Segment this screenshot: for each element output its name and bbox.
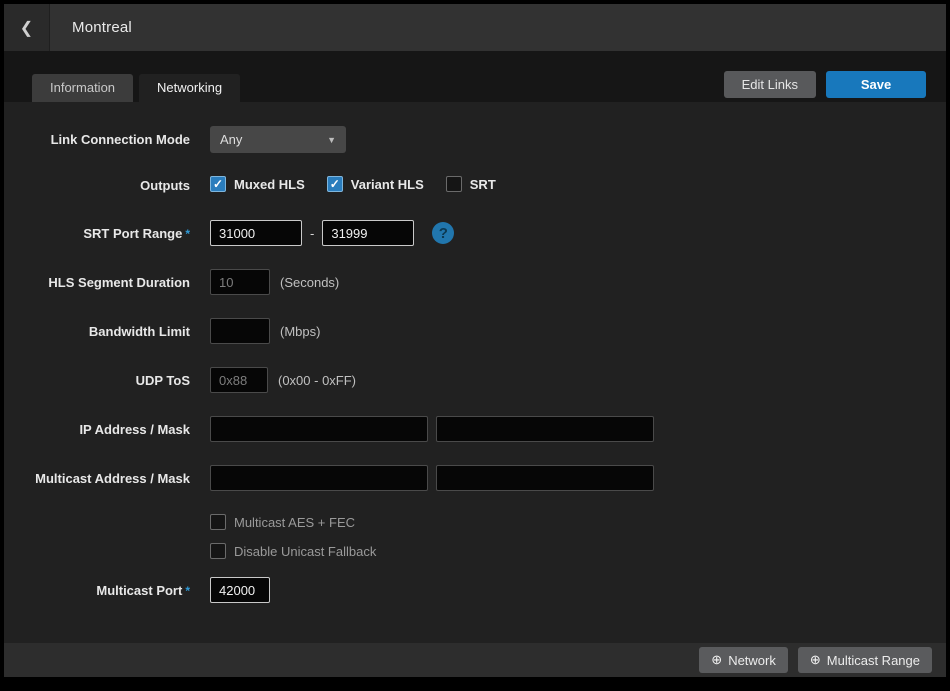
row-udp-tos: UDP ToS (0x00 - 0xFF)	[4, 367, 946, 393]
udp-tos-hint: (0x00 - 0xFF)	[278, 373, 356, 388]
multicast-mask-input[interactable]	[436, 465, 654, 491]
checkbox-variant-hls[interactable]: Variant HLS	[327, 176, 424, 192]
multicast-aes-fec-label: Multicast AES + FEC	[234, 515, 355, 530]
range-separator: -	[310, 226, 314, 241]
bandwidth-limit-input[interactable]	[210, 318, 270, 344]
srt-port-range-label: SRT Port Range*	[4, 220, 190, 242]
multicast-address-input[interactable]	[210, 465, 428, 491]
hls-segment-duration-unit: (Seconds)	[280, 275, 339, 290]
add-network-button[interactable]: ⊕ Network	[699, 647, 788, 673]
row-srt-port-range: SRT Port Range* - ?	[4, 220, 946, 246]
muxed-hls-checkbox[interactable]	[210, 176, 226, 192]
app-window: ❮ Montreal Information Networking Edit L…	[4, 4, 946, 677]
page-title: Montreal	[72, 19, 132, 36]
checkbox-multicast-aes-fec[interactable]: Multicast AES + FEC	[210, 514, 924, 530]
outputs-label: Outputs	[4, 176, 190, 193]
variant-hls-checkbox[interactable]	[327, 176, 343, 192]
multicast-port-label: Multicast Port*	[4, 577, 190, 599]
muxed-hls-label: Muxed HLS	[234, 177, 305, 192]
plus-circle-icon: ⊕	[810, 652, 821, 668]
edit-links-button[interactable]: Edit Links	[724, 71, 816, 98]
multicast-address-mask-label: Multicast Address / Mask	[4, 465, 190, 486]
srt-checkbox[interactable]	[446, 176, 462, 192]
tab-networking[interactable]: Networking	[139, 74, 240, 102]
checkbox-disable-unicast-fallback[interactable]: Disable Unicast Fallback	[210, 543, 924, 559]
link-connection-mode-label: Link Connection Mode	[4, 126, 190, 147]
tab-row: Information Networking Edit Links Save	[4, 51, 946, 102]
link-connection-mode-value: Any	[220, 132, 242, 147]
row-outputs: Outputs Muxed HLS Variant HLS SRT	[4, 176, 946, 193]
bandwidth-limit-label: Bandwidth Limit	[4, 318, 190, 339]
help-icon[interactable]: ?	[432, 222, 454, 244]
save-button[interactable]: Save	[826, 71, 926, 98]
bandwidth-limit-unit: (Mbps)	[280, 324, 320, 339]
ip-address-input[interactable]	[210, 416, 428, 442]
footer-bar: ⊕ Network ⊕ Multicast Range	[4, 643, 946, 677]
ip-mask-input[interactable]	[436, 416, 654, 442]
networking-form-panel: Link Connection Mode Any ▼ Outputs Muxed…	[4, 102, 946, 643]
required-icon: *	[185, 584, 190, 598]
multicast-port-input[interactable]	[210, 577, 270, 603]
plus-circle-icon: ⊕	[711, 652, 722, 668]
disable-unicast-fallback-label: Disable Unicast Fallback	[234, 544, 376, 559]
back-button[interactable]: ❮	[4, 4, 50, 51]
header-bar: ❮ Montreal	[4, 4, 946, 51]
srt-label: SRT	[470, 177, 496, 192]
row-multicast-address-mask: Multicast Address / Mask	[4, 465, 946, 491]
add-multicast-range-label: Multicast Range	[827, 653, 920, 668]
srt-port-to-input[interactable]	[322, 220, 414, 246]
row-hls-segment-duration: HLS Segment Duration (Seconds)	[4, 269, 946, 295]
tab-information[interactable]: Information	[32, 74, 133, 102]
variant-hls-label: Variant HLS	[351, 177, 424, 192]
checkbox-muxed-hls[interactable]: Muxed HLS	[210, 176, 305, 192]
udp-tos-input[interactable]	[210, 367, 268, 393]
row-multicast-port: Multicast Port*	[4, 577, 946, 603]
hls-segment-duration-input[interactable]	[210, 269, 270, 295]
row-ip-address-mask: IP Address / Mask	[4, 416, 946, 442]
disable-unicast-fallback-checkbox[interactable]	[210, 543, 226, 559]
row-link-connection-mode: Link Connection Mode Any ▼	[4, 126, 946, 153]
required-icon: *	[185, 227, 190, 241]
udp-tos-label: UDP ToS	[4, 367, 190, 388]
link-connection-mode-select[interactable]: Any ▼	[210, 126, 346, 153]
chevron-down-icon: ▼	[327, 135, 336, 145]
multicast-aes-fec-checkbox[interactable]	[210, 514, 226, 530]
multicast-options: Multicast AES + FEC Disable Unicast Fall…	[210, 514, 946, 559]
row-bandwidth-limit: Bandwidth Limit (Mbps)	[4, 318, 946, 344]
back-chevron-icon: ❮	[20, 18, 33, 38]
hls-segment-duration-label: HLS Segment Duration	[4, 269, 190, 290]
add-network-label: Network	[728, 653, 776, 668]
ip-address-mask-label: IP Address / Mask	[4, 416, 190, 437]
srt-port-from-input[interactable]	[210, 220, 302, 246]
checkbox-srt[interactable]: SRT	[446, 176, 496, 192]
add-multicast-range-button[interactable]: ⊕ Multicast Range	[798, 647, 932, 673]
